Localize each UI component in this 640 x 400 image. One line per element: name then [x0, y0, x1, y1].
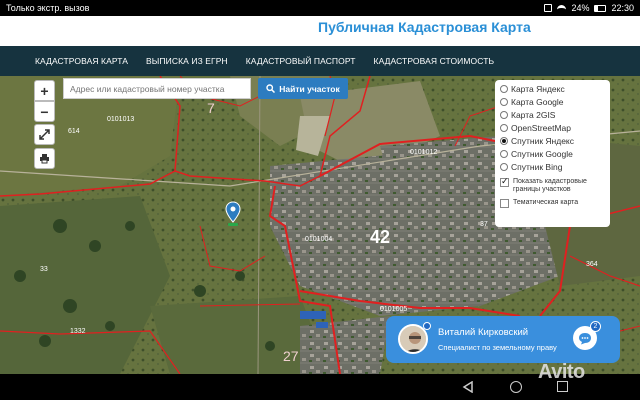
layer-label: Карта Google [511, 96, 564, 107]
print-button[interactable] [34, 148, 55, 169]
avito-watermark: Avito [538, 361, 585, 383]
quarter-label-0101005: 0101005 [380, 306, 408, 313]
parcel-label-33: 33 [40, 266, 48, 273]
layer-label: Спутник Bing [511, 161, 563, 172]
layer-label: Карта Яндекс [511, 83, 565, 94]
layer-radio[interactable] [500, 84, 508, 93]
main-nav: КАДАСТРОВАЯ КАРТА ВЫПИСКА ИЗ ЕГРН КАДАСТ… [0, 46, 640, 76]
unread-badge: 2 [590, 321, 601, 332]
layer-label: Спутник Google [511, 148, 573, 159]
site-header: Публичная Кадастровая Карта [0, 16, 640, 46]
show-boundaries-option[interactable]: Показать кадастровые границы участков [500, 177, 605, 194]
notification-icon [544, 4, 553, 12]
layer-switcher-panel: Карта Яндекс Карта Google Карта 2GIS Ope… [495, 80, 610, 227]
consultant-chat-widget[interactable]: Виталий Кирковский Специалист по земельн… [386, 316, 620, 363]
layer-radio[interactable] [500, 97, 508, 106]
nav-item-egrn-extract[interactable]: ВЫПИСКА ИЗ ЕГРН [137, 56, 237, 66]
layer-option[interactable]: Спутник Google [500, 147, 605, 160]
back-icon[interactable] [462, 381, 474, 393]
nav-item-cadastral-value[interactable]: КАДАСТРОВАЯ СТОИМОСТЬ [365, 56, 504, 66]
consultant-role: Специалист по земельному праву [438, 343, 557, 352]
layer-radio[interactable] [500, 110, 508, 119]
nav-item-cadastral-map[interactable]: КАДАСТРОВАЯ КАРТА [26, 56, 137, 66]
layer-option[interactable]: Карта 2GIS [500, 108, 605, 121]
status-right: 24% 22:30 [544, 3, 634, 13]
chat-bubble-icon [579, 332, 591, 344]
layer-option[interactable]: Карта Яндекс [500, 82, 605, 95]
layer-radio[interactable] [500, 162, 508, 171]
search-icon [266, 84, 276, 93]
battery-percent: 24% [571, 3, 590, 13]
battery-icon [594, 4, 607, 12]
consultant-name: Виталий Кирковский [438, 327, 529, 338]
layer-radio[interactable] [500, 136, 508, 145]
location-pin-icon[interactable] [225, 201, 241, 227]
layer-radio[interactable] [500, 123, 508, 132]
layer-label: Карта 2GIS [511, 109, 556, 120]
print-icon [40, 154, 49, 164]
layer-label: OpenStreetMap [511, 122, 572, 133]
layer-option[interactable]: Карта Google [500, 95, 605, 108]
home-icon[interactable] [510, 381, 522, 393]
expand-icon [39, 129, 50, 140]
quarter-label-0101004: 0101004 [305, 236, 333, 243]
map-label-7: 7 [207, 100, 215, 116]
quarter-label-0101013: 0101013 [107, 116, 135, 123]
parcel-label-364: 364 [586, 261, 598, 268]
find-parcel-button[interactable]: Найти участок [258, 78, 348, 99]
layer-option[interactable]: OpenStreetMap [500, 121, 605, 134]
map-label-27: 27 [283, 348, 299, 364]
parcel-label-1332: 1332 [70, 328, 86, 335]
zoom-in-button[interactable]: + [34, 80, 55, 101]
status-text: Только экстр. вызов [6, 3, 90, 13]
find-parcel-label: Найти участок [279, 83, 340, 94]
show-boundaries-label: Показать кадастровые границы участков [513, 178, 587, 193]
thematic-map-option[interactable]: Тематическая карта [500, 199, 605, 208]
layer-radio[interactable] [500, 149, 508, 158]
consultant-photo-icon [400, 326, 426, 352]
status-bar: Только экстр. вызов 24% 22:30 [0, 0, 640, 16]
show-boundaries-checkbox[interactable] [500, 177, 509, 187]
layer-option[interactable]: Спутник Яндекс [500, 134, 605, 147]
online-status-dot [423, 322, 431, 330]
fullscreen-button[interactable] [34, 124, 55, 145]
satellite-map[interactable]: + − Найти участок 7 42 27 0101013 010 [0, 76, 640, 374]
zoom-out-button[interactable]: − [34, 101, 55, 122]
layer-option[interactable]: Спутник Bing [500, 160, 605, 173]
site-title[interactable]: Публичная Кадастровая Карта [318, 19, 531, 35]
clock: 22:30 [611, 3, 634, 13]
quarter-label-0101012: 0101012 [410, 149, 438, 156]
parcel-label-614: 614 [68, 128, 80, 135]
layer-label: Спутник Яндекс [511, 135, 574, 146]
map-label-42: 42 [370, 227, 391, 247]
wifi-icon [557, 4, 567, 12]
screen: Только экстр. вызов 24% 22:30 Публичная … [0, 0, 640, 400]
search-input[interactable] [63, 78, 251, 99]
parcel-label-37: 37 [480, 221, 488, 228]
thematic-map-checkbox[interactable] [500, 199, 509, 208]
nav-item-cadastral-passport[interactable]: КАДАСТРОВЫЙ ПАСПОРТ [237, 56, 365, 66]
thematic-map-label: Тематическая карта [513, 199, 579, 206]
